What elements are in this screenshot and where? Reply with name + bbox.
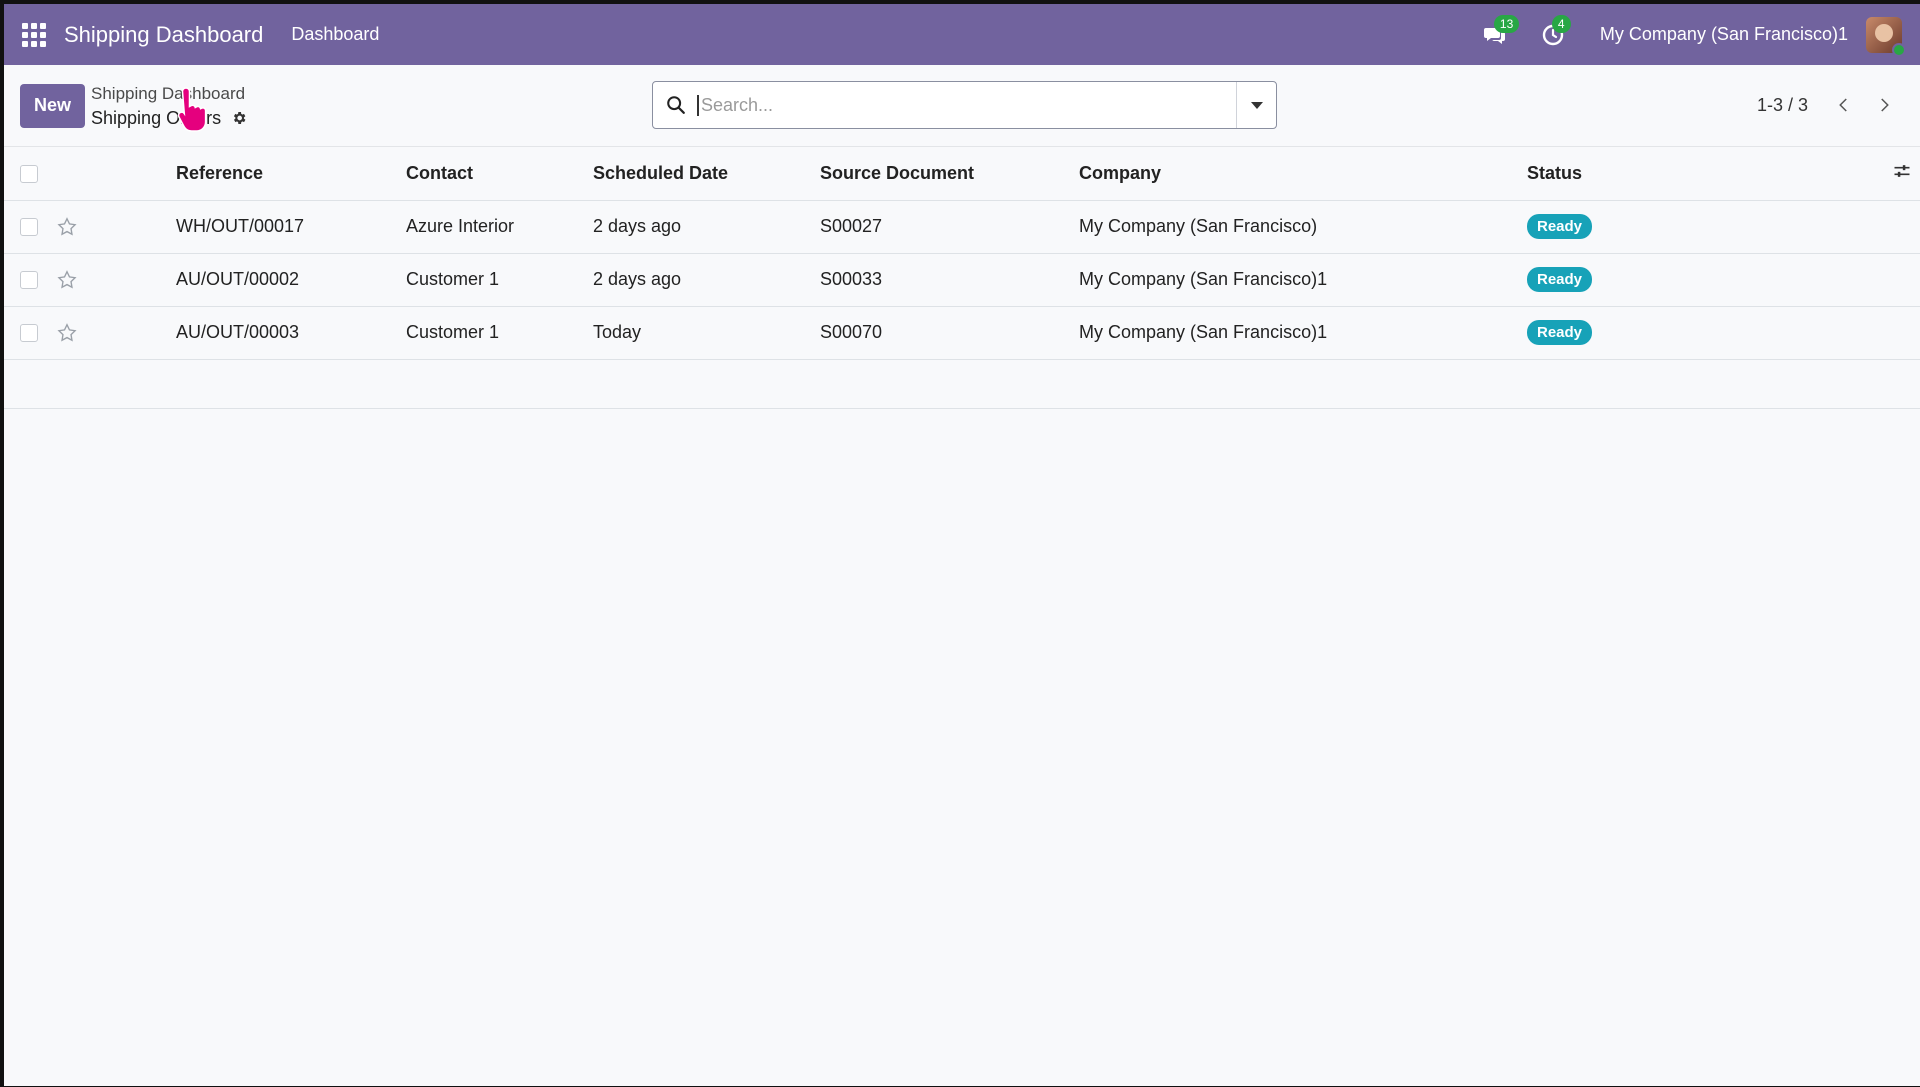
- priority-star-cell: [56, 200, 176, 254]
- cell-source-document: S00033: [820, 253, 1079, 307]
- status-badge: Ready: [1527, 320, 1593, 345]
- cell-contact: Customer 1: [406, 306, 593, 360]
- pointer-cursor-icon: [177, 87, 207, 132]
- activities-button[interactable]: 4: [1536, 14, 1571, 52]
- systray: 13 4 My Company (San Francisco)1: [1478, 4, 1906, 65]
- top-navbar: Shipping Dashboard Dashboard 13 4 My Com…: [4, 4, 1920, 65]
- activities-count-badge: 4: [1551, 14, 1571, 33]
- pager-previous-button[interactable]: [1824, 87, 1864, 123]
- table-empty-footer: [4, 360, 1920, 409]
- header-contact[interactable]: Contact: [406, 147, 593, 201]
- control-panel: New Shipping Dashboard Shipping Orders 1…: [4, 65, 1920, 147]
- star-icon[interactable]: [56, 216, 78, 238]
- messages-button[interactable]: 13: [1478, 14, 1520, 52]
- cell-status: Ready: [1527, 200, 1857, 254]
- cell-reference: WH/OUT/00017: [176, 200, 406, 254]
- row-checkbox[interactable]: [20, 218, 38, 237]
- row-end-cell: [1857, 200, 1920, 254]
- header-status[interactable]: Status: [1527, 147, 1857, 201]
- pager-next-button[interactable]: [1864, 87, 1904, 123]
- select-all-cell: [4, 147, 56, 201]
- search-input[interactable]: [697, 94, 1236, 116]
- chevron-right-icon: [1881, 98, 1889, 112]
- breadcrumb: Shipping Dashboard Shipping Orders: [91, 82, 247, 130]
- row-checkbox[interactable]: [20, 271, 38, 290]
- company-switcher[interactable]: My Company (San Francisco)1: [1600, 24, 1848, 45]
- row-select-cell: [4, 253, 56, 307]
- gear-icon[interactable]: [231, 110, 247, 126]
- optional-columns-icon[interactable]: [1892, 164, 1912, 185]
- breadcrumb-current: Shipping Orders: [91, 106, 247, 130]
- select-all-checkbox[interactable]: [20, 165, 38, 183]
- header-source-document[interactable]: Source Document: [820, 147, 1079, 201]
- cell-reference: AU/OUT/00003: [176, 306, 406, 360]
- cell-scheduled-date: Today: [593, 306, 820, 360]
- cell-source-document: S00070: [820, 306, 1079, 360]
- star-icon[interactable]: [56, 269, 78, 291]
- search-bar: [652, 81, 1277, 129]
- caret-down-icon: [1250, 101, 1263, 109]
- row-checkbox[interactable]: [20, 324, 38, 343]
- cell-status: Ready: [1527, 253, 1857, 307]
- user-avatar[interactable]: [1866, 16, 1906, 57]
- online-status-icon: [1892, 42, 1906, 57]
- cell-scheduled-date: 2 days ago: [593, 200, 820, 254]
- pager: 1-3 / 3: [1757, 87, 1904, 123]
- menu-item-dashboard[interactable]: Dashboard: [291, 24, 379, 45]
- search-options-toggle[interactable]: [1236, 82, 1276, 128]
- app-brand[interactable]: Shipping Dashboard: [64, 22, 263, 48]
- table-row[interactable]: AU/OUT/00002 Customer 1 2 days ago S0003…: [4, 253, 1920, 307]
- orders-table: Reference Contact Scheduled Date Source …: [4, 147, 1920, 360]
- cell-company: My Company (San Francisco)1: [1079, 253, 1527, 307]
- chevron-left-icon: [1839, 98, 1847, 112]
- new-button[interactable]: New: [20, 83, 86, 128]
- optional-columns-cell: [1857, 147, 1920, 201]
- breadcrumb-parent-link[interactable]: Shipping Dashboard: [91, 82, 247, 106]
- pager-value[interactable]: 1-3 / 3: [1757, 95, 1808, 116]
- row-end-cell: [1857, 253, 1920, 307]
- header-scheduled-date[interactable]: Scheduled Date: [593, 147, 820, 201]
- cell-scheduled-date: 2 days ago: [593, 253, 820, 307]
- table-row[interactable]: AU/OUT/00003 Customer 1 Today S00070 My …: [4, 306, 1920, 360]
- app-window: Shipping Dashboard Dashboard 13 4 My Com…: [4, 4, 1920, 1086]
- row-select-cell: [4, 306, 56, 360]
- header-reference[interactable]: Reference: [176, 147, 406, 201]
- messages-count-badge: 13: [1493, 14, 1520, 33]
- table-row[interactable]: WH/OUT/00017 Azure Interior 2 days ago S…: [4, 200, 1920, 254]
- cell-company: My Company (San Francisco)1: [1079, 306, 1527, 360]
- table-header-row: Reference Contact Scheduled Date Source …: [4, 147, 1920, 201]
- cell-company: My Company (San Francisco): [1079, 200, 1527, 254]
- status-badge: Ready: [1527, 214, 1593, 239]
- header-company[interactable]: Company: [1079, 147, 1527, 201]
- status-badge: Ready: [1527, 267, 1593, 292]
- search-icon: [667, 96, 685, 114]
- row-select-cell: [4, 200, 56, 254]
- cell-contact: Azure Interior: [406, 200, 593, 254]
- cell-contact: Customer 1: [406, 253, 593, 307]
- priority-star-cell: [56, 253, 176, 307]
- cell-status: Ready: [1527, 306, 1857, 360]
- star-icon[interactable]: [56, 322, 78, 344]
- header-spacer: [56, 147, 176, 201]
- cell-reference: AU/OUT/00002: [176, 253, 406, 307]
- row-end-cell: [1857, 306, 1920, 360]
- apps-grid-icon[interactable]: [22, 22, 46, 47]
- cell-source-document: S00027: [820, 200, 1079, 254]
- priority-star-cell: [56, 306, 176, 360]
